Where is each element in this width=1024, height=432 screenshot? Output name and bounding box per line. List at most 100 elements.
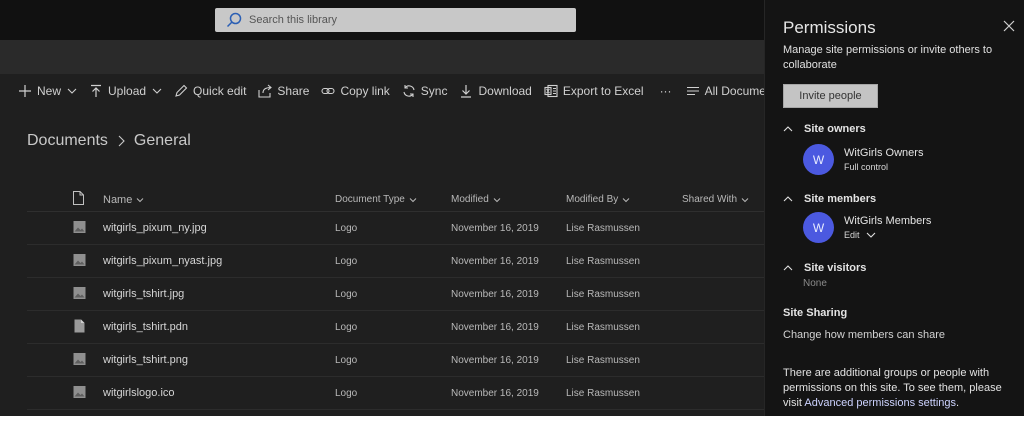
image-file-icon: [73, 286, 86, 299]
document-list: Name Document Type Modified Modified By …: [27, 188, 767, 410]
search-box[interactable]: Search this library: [215, 8, 576, 32]
file-icon-cell: [27, 385, 103, 402]
link-icon: [321, 87, 335, 95]
share-label: Share: [277, 84, 310, 98]
site-visitors-toggle[interactable]: Site visitors: [783, 262, 866, 274]
type-header-label: Document Type: [335, 194, 405, 205]
advanced-permissions-link[interactable]: Advanced permissions settings: [804, 397, 956, 409]
download-button[interactable]: Download: [459, 84, 532, 98]
chevron-down-icon: [67, 88, 77, 94]
file-name[interactable]: witgirls_tshirt.jpg: [103, 288, 335, 300]
owners-role: Full control: [844, 162, 923, 172]
site-owners-toggle[interactable]: Site owners: [783, 123, 866, 135]
table-row[interactable]: witgirls_pixum_nyast.jpg Logo November 1…: [27, 245, 767, 278]
more-button[interactable]: ···: [660, 84, 672, 98]
modified-by: Lise Rasmussen: [566, 288, 640, 300]
members-role-dropdown[interactable]: Edit: [844, 230, 931, 240]
modified-column-header[interactable]: Modified: [451, 194, 566, 205]
image-file-icon: [73, 253, 86, 266]
site-visitors-label: Site visitors: [804, 262, 867, 274]
table-row[interactable]: witgirlslogo.ico Logo November 16, 2019 …: [27, 377, 767, 410]
visitors-none: None: [803, 278, 827, 289]
change-sharing-link[interactable]: Change how members can share: [783, 329, 945, 341]
table-row[interactable]: witgirls_pixum_ny.jpg Logo November 16, …: [27, 212, 767, 245]
members-group-name: WitGirls Members: [844, 215, 932, 227]
plus-icon: [19, 85, 31, 97]
upload-label: Upload: [108, 84, 147, 98]
breadcrumb-documents[interactable]: Documents: [27, 132, 108, 150]
members-group[interactable]: W WitGirls Members Edit: [803, 212, 931, 243]
modified-by: Lise Rasmussen: [566, 255, 640, 267]
file-icon-cell: [27, 352, 103, 369]
quick-edit-button[interactable]: Quick edit: [174, 84, 246, 98]
modified-by: Lise Rasmussen: [566, 222, 640, 234]
site-sharing-heading: Site Sharing: [783, 307, 848, 319]
panel-title: Permissions: [783, 18, 876, 37]
copy-link-button[interactable]: Copy link: [321, 84, 390, 98]
sync-label: Sync: [420, 84, 448, 98]
file-icon-cell: [27, 253, 103, 270]
document-type: Logo: [335, 387, 358, 399]
close-icon[interactable]: [1003, 20, 1015, 32]
modified-date: November 16, 2019: [451, 222, 539, 234]
table-row[interactable]: witgirls_tshirt.png Logo November 16, 20…: [27, 344, 767, 377]
sharepoint-app: Search this library New Upload Quick edi…: [0, 0, 1024, 416]
table-row[interactable]: witgirls_tshirt.pdn Logo November 16, 20…: [27, 311, 767, 344]
file-type-header[interactable]: [27, 191, 103, 208]
excel-icon: [544, 84, 558, 98]
table-row[interactable]: witgirls_tshirt.jpg Logo November 16, 20…: [27, 278, 767, 311]
new-label: New: [37, 84, 62, 98]
file-name[interactable]: witgirlslogo.ico: [103, 387, 335, 399]
modified-date: November 16, 2019: [451, 387, 539, 399]
upload-icon: [91, 84, 102, 97]
chevron-down-icon: [409, 197, 417, 202]
chevron-down-icon: [866, 232, 875, 238]
owners-role-label: Full control: [844, 162, 889, 172]
modified-by-column-header[interactable]: Modified By: [566, 194, 682, 205]
file-icon-cell: [27, 319, 103, 336]
chevron-up-icon: [783, 265, 793, 271]
site-owners-label: Site owners: [804, 123, 866, 135]
members-role-label: Edit: [844, 230, 860, 240]
generic-file-icon: [74, 319, 85, 332]
modified-by-header-label: Modified By: [566, 194, 619, 205]
image-file-icon: [73, 352, 86, 365]
breadcrumb: Documents General: [27, 132, 191, 150]
chevron-up-icon: [783, 126, 793, 132]
file-name[interactable]: witgirls_pixum_nyast.jpg: [103, 255, 335, 267]
document-type-column-header[interactable]: Document Type: [335, 194, 451, 205]
modified-date: November 16, 2019: [451, 354, 539, 366]
file-name[interactable]: witgirls_pixum_ny.jpg: [103, 222, 335, 234]
file-name[interactable]: witgirls_tshirt.png: [103, 354, 335, 366]
owners-group[interactable]: W WitGirls Owners Full control: [803, 144, 923, 175]
share-button[interactable]: Share: [258, 84, 309, 98]
export-excel-button[interactable]: Export to Excel: [544, 84, 644, 98]
upload-button[interactable]: Upload: [89, 84, 162, 98]
document-type: Logo: [335, 321, 358, 333]
sync-button[interactable]: Sync: [402, 84, 448, 98]
site-members-toggle[interactable]: Site members: [783, 193, 876, 205]
more-icon: ···: [659, 84, 672, 98]
table-header: Name Document Type Modified Modified By …: [27, 188, 767, 212]
new-button[interactable]: New: [18, 84, 77, 98]
chevron-down-icon: [622, 197, 630, 202]
modified-header-label: Modified: [451, 194, 489, 205]
invite-people-button[interactable]: Invite people: [783, 84, 878, 108]
sync-icon: [403, 85, 415, 97]
file-name[interactable]: witgirls_tshirt.pdn: [103, 321, 335, 333]
document-type: Logo: [335, 222, 358, 234]
name-header-label: Name: [103, 193, 133, 206]
export-excel-label: Export to Excel: [562, 84, 644, 98]
name-column-header[interactable]: Name: [103, 194, 335, 206]
shared-with-column-header[interactable]: Shared With: [682, 194, 767, 205]
search-icon: [226, 12, 242, 28]
pencil-icon: [175, 84, 188, 97]
chevron-down-icon: [493, 197, 501, 202]
chevron-down-icon: [152, 88, 162, 94]
list-view-icon: [686, 86, 699, 96]
panel-description: Manage site permissions or invite others…: [783, 44, 993, 71]
download-icon: [461, 85, 472, 98]
modified-date: November 16, 2019: [451, 321, 539, 333]
breadcrumb-general: General: [133, 132, 191, 149]
image-file-icon: [73, 220, 86, 233]
